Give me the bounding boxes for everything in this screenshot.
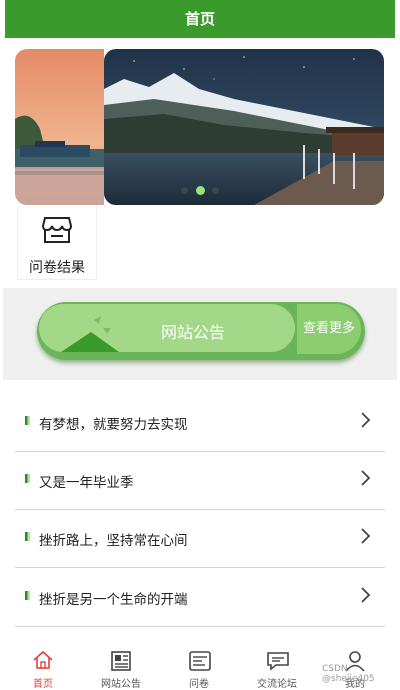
tab-notices[interactable]: 网站公告	[82, 640, 160, 690]
chevron-right-icon	[361, 470, 371, 486]
chevron-right-icon	[361, 528, 371, 544]
chat-icon	[267, 652, 289, 671]
chevron-right-icon	[361, 587, 371, 603]
survey-icon	[189, 651, 211, 671]
hill-decoration-icon	[61, 316, 119, 352]
chevron-right-icon	[361, 412, 371, 428]
survey-results-label: 问卷结果	[29, 260, 85, 276]
page-title: 首页	[184, 10, 215, 28]
home-icon	[33, 650, 53, 669]
bullet-icon	[25, 474, 30, 483]
sunset-lake-image	[15, 49, 104, 205]
list-item-title: 挫折是另一个生命的开端	[39, 592, 188, 608]
carousel-dot[interactable]	[212, 187, 219, 194]
carousel-dot[interactable]	[181, 187, 188, 194]
list-item[interactable]: 挫折是另一个生命的开端	[15, 568, 385, 627]
view-more-button[interactable]: 查看更多	[297, 304, 361, 354]
tab-forum[interactable]: 交流论坛	[238, 640, 316, 690]
list-item-title: 有梦想，就要努力去实现	[39, 417, 188, 433]
list-item-title: 又是一年毕业季	[39, 475, 134, 491]
store-icon	[42, 217, 72, 243]
newspaper-icon	[111, 651, 131, 671]
tab-home[interactable]: 首页	[4, 640, 82, 690]
list-item[interactable]: 挫折路上，坚持常在心间	[15, 509, 385, 568]
notice-banner[interactable]: 网站公告 查看更多	[37, 302, 365, 360]
mountain-lake-image	[104, 49, 384, 205]
bullet-icon	[25, 416, 30, 425]
watermark: CSDN @shejie405	[322, 664, 375, 684]
carousel-slide-active[interactable]	[104, 49, 384, 205]
list-item[interactable]: 又是一年毕业季	[15, 451, 385, 510]
bullet-icon	[25, 532, 30, 541]
bullet-icon	[25, 591, 30, 600]
list-item[interactable]: 有梦想，就要努力去实现	[15, 393, 385, 452]
page-header: 首页	[5, 0, 395, 38]
notice-banner-main: 网站公告	[39, 304, 295, 352]
notice-banner-title: 网站公告	[161, 323, 226, 342]
list-item-title: 挫折路上，坚持常在心间	[39, 533, 188, 549]
tab-survey[interactable]: 问卷	[160, 640, 238, 690]
survey-results-entry[interactable]: 问卷结果	[17, 205, 97, 280]
carousel-slide-previous[interactable]	[15, 49, 104, 205]
carousel-dot-active[interactable]	[196, 186, 205, 195]
